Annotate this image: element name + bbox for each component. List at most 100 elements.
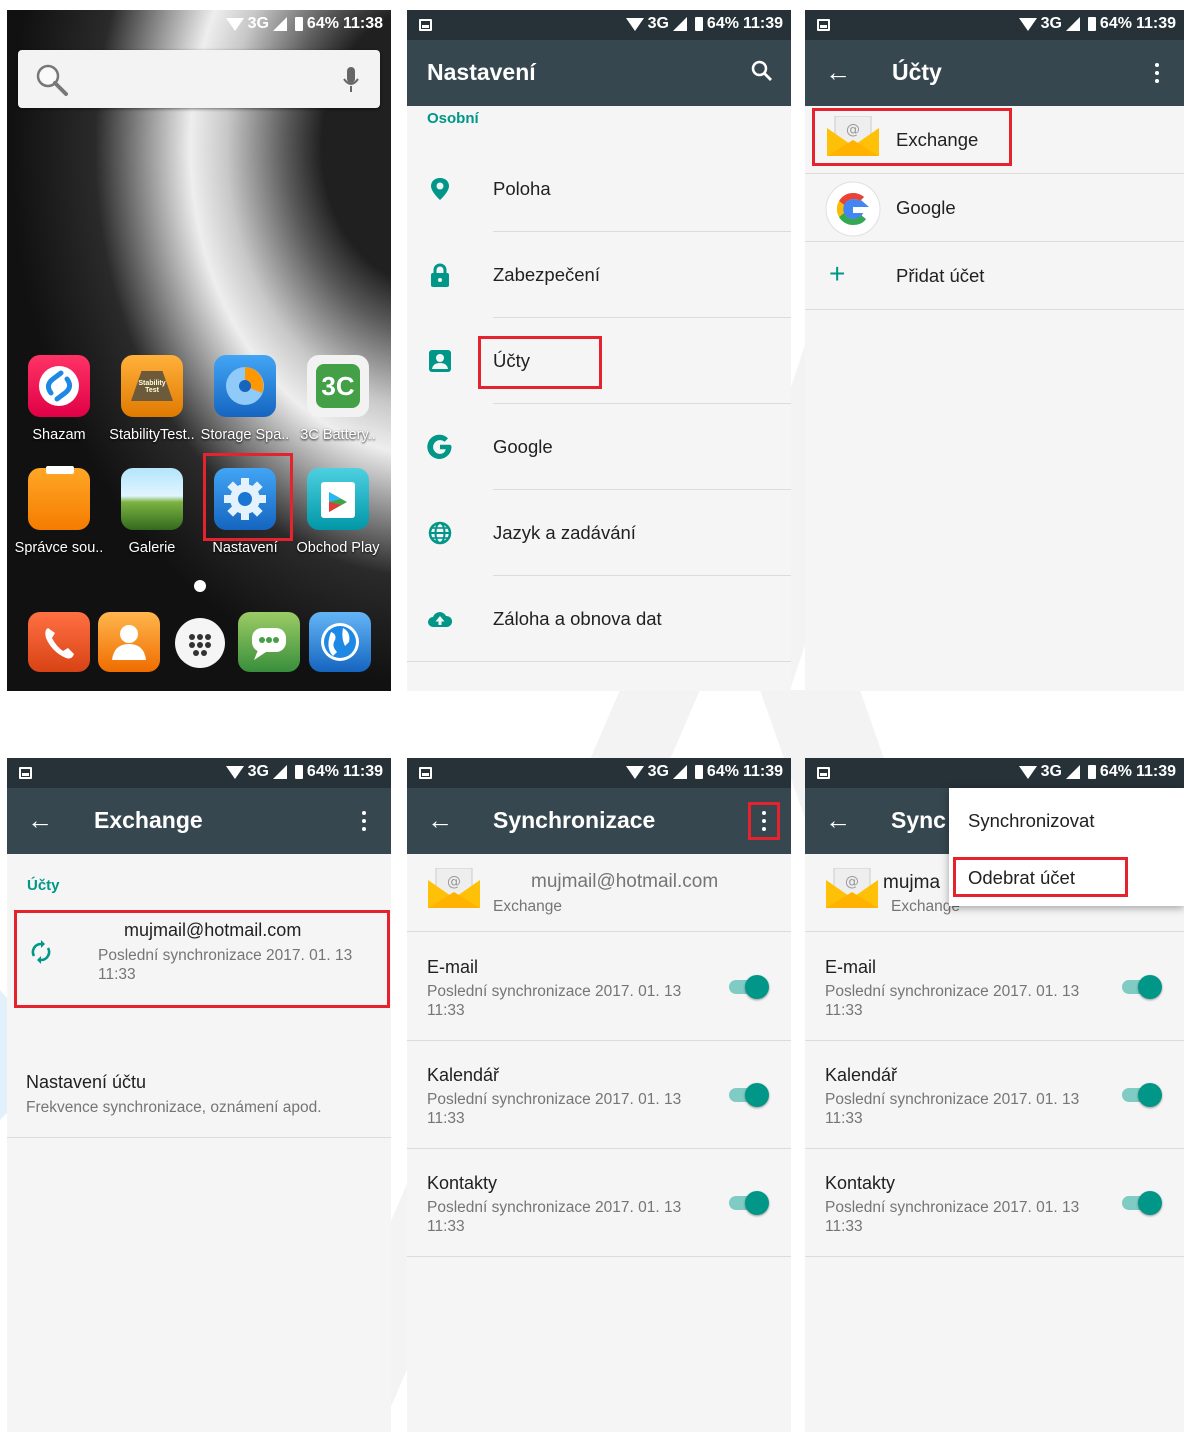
shazam-icon	[28, 355, 90, 417]
contacts-sync-toggle[interactable]	[729, 1191, 769, 1215]
status-bar: 3G 64% 11:39	[7, 758, 391, 788]
browser-globe-icon[interactable]	[309, 612, 371, 672]
wifi-icon	[225, 765, 244, 779]
battery-level: 64%	[706, 763, 739, 780]
email-sync-toggle[interactable]	[729, 975, 769, 999]
clock: 11:39	[342, 763, 383, 780]
sync-row-label: Kontakty	[427, 1173, 498, 1193]
add-account-label: Přidat účet	[896, 265, 985, 286]
microphone-icon[interactable]	[342, 66, 360, 94]
app-bar: ← Účty	[805, 40, 1184, 106]
settings-item-accounts[interactable]: Účty	[407, 318, 791, 404]
clock: 11:39	[1135, 763, 1176, 780]
sync-row-sub: Poslední synchronizace 2017. 01. 13 11:3…	[427, 983, 682, 1019]
signal-icon	[1065, 765, 1080, 779]
wifi-icon	[625, 17, 644, 31]
back-arrow-icon[interactable]: ←	[427, 805, 453, 836]
more-options-icon[interactable]	[751, 804, 777, 838]
battery-level: 64%	[1099, 763, 1132, 780]
page-title: Synchronizace	[493, 807, 656, 833]
menu-item-remove-account[interactable]: Odebrat účet	[968, 867, 1075, 889]
section-header: Účty	[27, 877, 60, 894]
email-sync-toggle[interactable]	[1122, 975, 1162, 999]
signal-icon	[672, 765, 687, 779]
settings-item-security[interactable]: Zabezpečení	[407, 232, 791, 318]
app-3c-battery[interactable]: 3C 3C Battery..	[292, 355, 384, 443]
google-logo-icon	[825, 181, 881, 237]
sync-row-label: Kontakty	[825, 1173, 896, 1193]
account-item-google[interactable]: Google	[805, 174, 1184, 242]
app-stabilitytest[interactable]: Stability Test StabilityTest..	[106, 355, 198, 443]
contacts-sync-toggle[interactable]	[1122, 1191, 1162, 1215]
clock: 11:38	[342, 15, 383, 32]
calendar-sync-toggle[interactable]	[1122, 1083, 1162, 1107]
app-settings[interactable]: Nastavení	[199, 468, 291, 556]
sync-row-sub: Poslední synchronizace 2017. 01. 13 11:3…	[825, 1199, 1080, 1235]
back-arrow-icon[interactable]: ←	[825, 805, 851, 836]
settings-item-google[interactable]: Google	[407, 404, 791, 490]
network-type: 3G	[647, 15, 669, 32]
account-email: mujmail@hotmail.com	[124, 920, 302, 940]
sync-row-sub: Poslední synchronizace 2017. 01. 13 11:3…	[427, 1091, 682, 1127]
app-drawer-icon[interactable]	[175, 618, 225, 668]
back-arrow-icon[interactable]: ←	[27, 805, 53, 836]
settings-gear-icon	[214, 468, 276, 530]
sync-row-email[interactable]: E-mail Poslední synchronizace 2017. 01. …	[407, 933, 791, 1041]
signal-icon	[272, 765, 287, 779]
lock-icon	[431, 263, 449, 287]
messaging-icon[interactable]	[238, 612, 300, 672]
network-type: 3G	[247, 763, 269, 780]
search-icon[interactable]	[751, 60, 773, 82]
signal-icon	[672, 17, 687, 31]
app-play-store[interactable]: Obchod Play	[292, 468, 384, 556]
more-options-icon[interactable]	[351, 804, 377, 838]
account-email: mujma	[883, 872, 941, 893]
back-arrow-icon[interactable]: ←	[825, 57, 851, 88]
app-file-manager[interactable]: Správce sou..	[13, 466, 105, 556]
calendar-sync-toggle[interactable]	[729, 1083, 769, 1107]
settings-item-backup[interactable]: Záloha a obnova dat	[407, 576, 791, 662]
gallery-icon	[121, 468, 183, 530]
network-type: 3G	[247, 15, 269, 32]
contacts-icon[interactable]	[98, 612, 160, 672]
folder-icon	[28, 466, 90, 530]
app-shazam[interactable]: Shazam	[13, 355, 105, 443]
app-label: Shazam	[32, 427, 86, 443]
sync-row-email[interactable]: E-mail Poslední synchronizace 2017. 01. …	[805, 933, 1184, 1041]
account-settings-subtitle: Frekvence synchronizace, oznámení apod.	[26, 1099, 322, 1116]
battery-icon	[294, 17, 303, 31]
battery-icon	[1087, 765, 1096, 779]
overflow-popup-menu: Synchronizovat Odebrat účet	[949, 788, 1184, 906]
svg-text:@: @	[846, 122, 860, 138]
sync-row-contacts[interactable]: Kontakty Poslední synchronizace 2017. 01…	[805, 1149, 1184, 1257]
menu-item-sync-now[interactable]: Synchronizovat	[968, 810, 1094, 832]
battery-icon	[1087, 17, 1096, 31]
more-options-icon[interactable]	[1144, 56, 1170, 90]
account-item-exchange[interactable]: @ Exchange	[805, 106, 1184, 174]
phone-icon[interactable]	[28, 612, 90, 672]
sync-row-label: Kalendář	[427, 1065, 500, 1085]
app-storage-space[interactable]: Storage Spa..	[199, 355, 291, 443]
battery-level: 64%	[306, 15, 339, 32]
play-store-icon	[307, 468, 369, 530]
add-account-button[interactable]: + Přidat účet	[805, 242, 1184, 310]
storage-icon	[214, 355, 276, 417]
account-type: Exchange	[493, 898, 562, 915]
globe-icon	[428, 521, 452, 545]
sync-row-calendar[interactable]: Kalendář Poslední synchronizace 2017. 01…	[805, 1041, 1184, 1149]
page-title: Účty	[892, 59, 942, 85]
settings-item-label: Zabezpečení	[493, 264, 600, 285]
image-notification-icon	[419, 19, 432, 31]
exchange-account-item[interactable]: mujmail@hotmail.com Poslední synchroniza…	[7, 908, 391, 1008]
status-bar: 3G 64% 11:39	[407, 10, 791, 40]
page-title: Sync	[891, 807, 946, 833]
sync-row-calendar[interactable]: Kalendář Poslední synchronizace 2017. 01…	[407, 1041, 791, 1149]
home-screen: 3G 64% 11:38 Shazam Stability Test Stabi…	[7, 10, 391, 691]
account-settings-item[interactable]: Nastavení účtu Frekvence synchronizace, …	[7, 1056, 391, 1138]
sync-row-contacts[interactable]: Kontakty Poslední synchronizace 2017. 01…	[407, 1149, 791, 1257]
app-gallery[interactable]: Galerie	[106, 468, 198, 556]
settings-item-location[interactable]: Poloha	[407, 146, 791, 232]
google-search-bar[interactable]	[18, 50, 380, 108]
settings-item-language[interactable]: Jazyk a zadávání	[407, 490, 791, 576]
cloud-upload-icon	[428, 612, 453, 627]
